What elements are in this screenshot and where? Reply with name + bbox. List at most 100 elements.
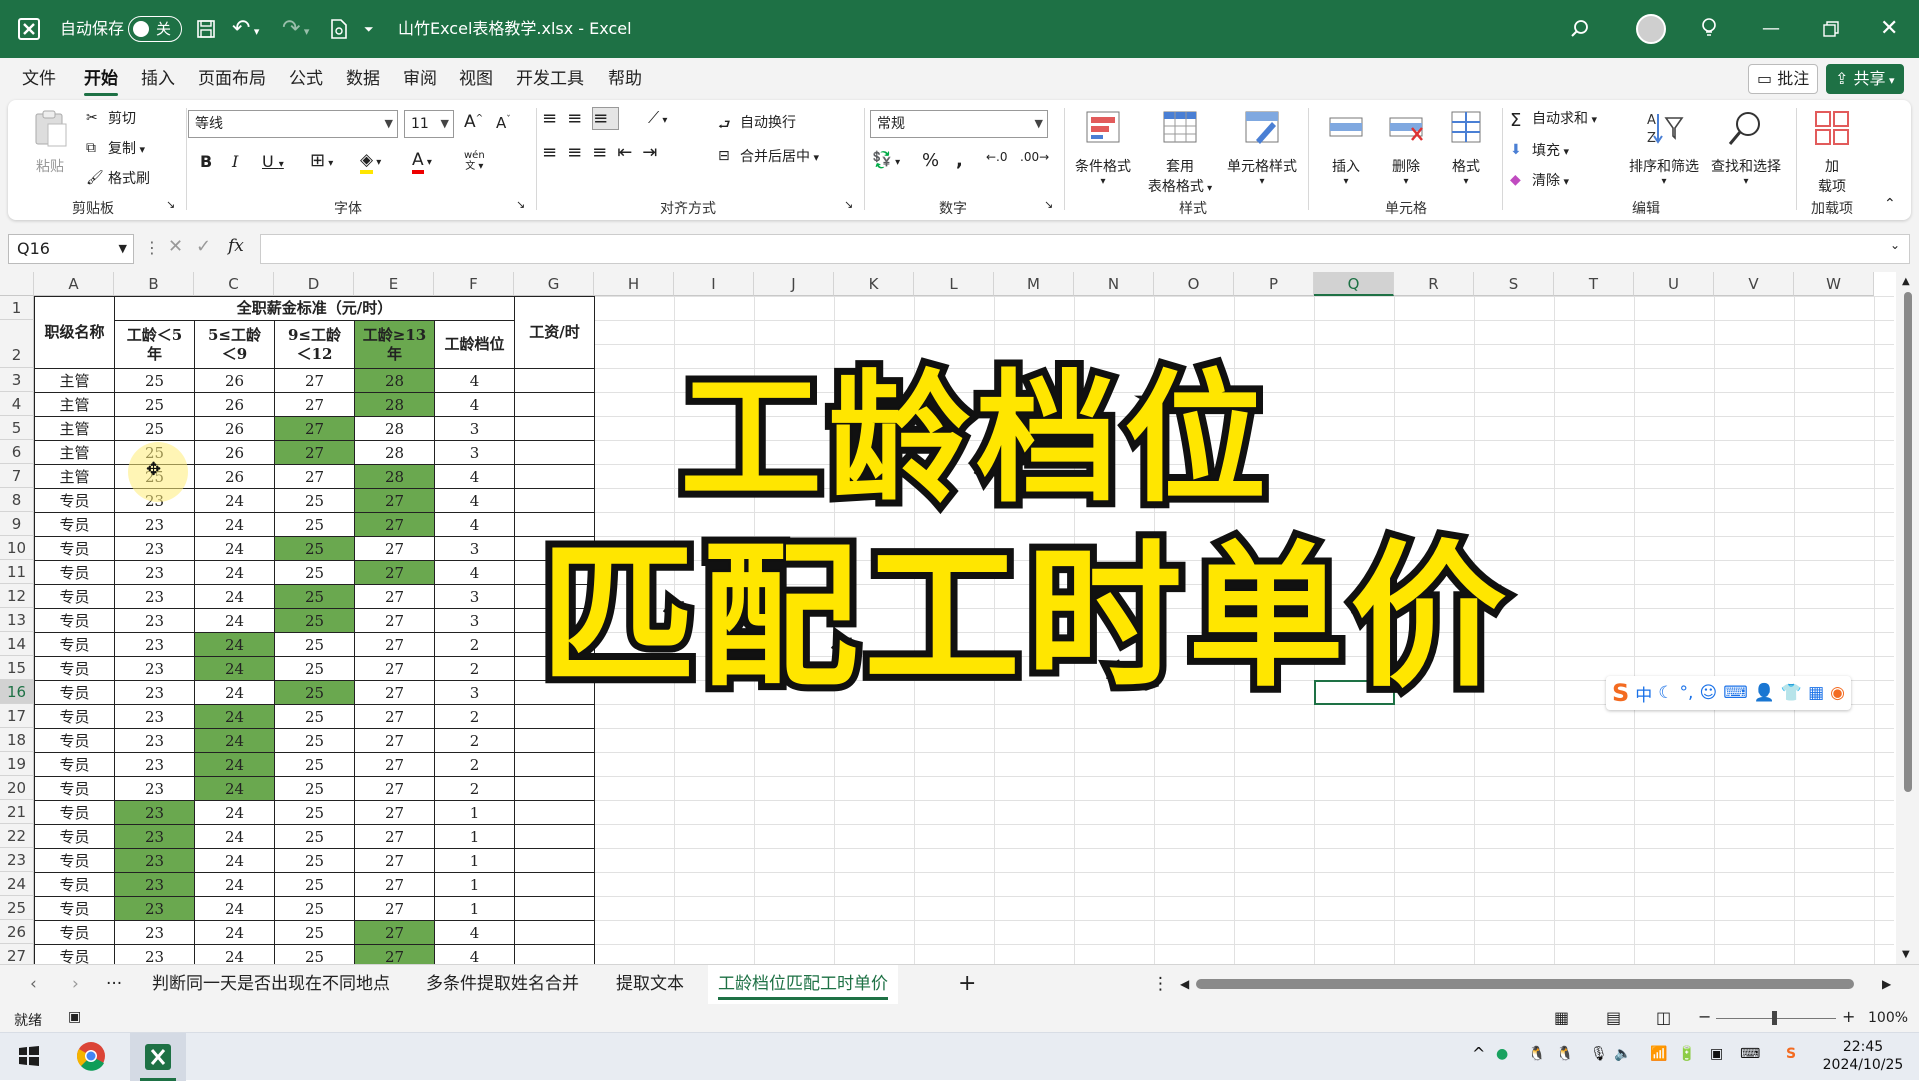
cell-a10[interactable]: 专员: [34, 536, 115, 561]
user-icon[interactable]: 👤: [1754, 683, 1775, 703]
autosave-toggle[interactable]: 关: [128, 16, 182, 42]
cell-e19[interactable]: 27: [354, 752, 435, 777]
cell-d7[interactable]: 27: [274, 464, 355, 489]
zoom-level[interactable]: 100%: [1868, 1010, 1908, 1026]
add-sheet-icon[interactable]: +: [958, 965, 976, 1005]
vertical-scrollbar[interactable]: ▲ ▼: [1896, 272, 1919, 964]
redo-icon[interactable]: ↷ ▾: [282, 0, 309, 58]
header-cell-b[interactable]: 工龄＜5年: [114, 320, 195, 369]
cell-d21[interactable]: 25: [274, 800, 355, 825]
cell-d25[interactable]: 25: [274, 896, 355, 921]
cell-d15[interactable]: 25: [274, 656, 355, 681]
cell-e22[interactable]: 27: [354, 824, 435, 849]
copy-button[interactable]: ⧉ 复制 ▾: [86, 138, 145, 158]
clipboard-launcher-icon[interactable]: ↘: [166, 198, 175, 211]
paste-button[interactable]: 粘贴: [30, 108, 70, 176]
cell-c13[interactable]: 24: [194, 608, 275, 633]
row-header-9[interactable]: 9: [0, 512, 34, 536]
cell-a21[interactable]: 专员: [34, 800, 115, 825]
comma-icon[interactable]: ,: [956, 150, 963, 171]
cell-c25[interactable]: 24: [194, 896, 275, 921]
cell-a26[interactable]: 专员: [34, 920, 115, 945]
clock[interactable]: 22:45 2024/10/25: [1818, 1038, 1908, 1074]
cell-e24[interactable]: 27: [354, 872, 435, 897]
expand-formula-icon[interactable]: ⌄: [1890, 238, 1900, 252]
cell-d22[interactable]: 25: [274, 824, 355, 849]
sheet-tab-active[interactable]: 工龄档位匹配工时单价: [708, 965, 898, 1005]
cell-g22[interactable]: [514, 824, 595, 849]
wechat-tray-icon[interactable]: ●: [1496, 1045, 1508, 1063]
cell-e14[interactable]: 27: [354, 632, 435, 657]
moon-icon[interactable]: ☾: [1658, 683, 1673, 703]
cell-e9[interactable]: 27: [354, 512, 435, 537]
tab-file[interactable]: 文件: [22, 58, 56, 100]
cell-a16[interactable]: 专员: [34, 680, 115, 705]
cell-b15[interactable]: 23: [114, 656, 195, 681]
decrease-decimal-icon[interactable]: .00→: [1020, 150, 1049, 164]
column-header-f[interactable]: F: [434, 272, 514, 296]
cell-b18[interactable]: 23: [114, 728, 195, 753]
cell-g21[interactable]: [514, 800, 595, 825]
excel-logo-icon[interactable]: [18, 0, 40, 58]
tab-review[interactable]: 审阅: [403, 58, 437, 100]
header-cell-g[interactable]: 工资/时: [514, 296, 595, 369]
cell-f5[interactable]: 3: [434, 416, 515, 441]
wifi-icon[interactable]: 📶: [1650, 1045, 1667, 1063]
cell-b12[interactable]: 23: [114, 584, 195, 609]
excel-taskbar-button[interactable]: [130, 1033, 186, 1081]
cell-a20[interactable]: 专员: [34, 776, 115, 801]
sort-filter-button[interactable]: AZ 排序和筛选 ▾: [1624, 108, 1704, 187]
cell-e16[interactable]: 27: [354, 680, 435, 705]
chrome-icon[interactable]: [76, 1041, 106, 1076]
row-header-8[interactable]: 8: [0, 488, 34, 512]
cell-f11[interactable]: 4: [434, 560, 515, 585]
cell-c8[interactable]: 24: [194, 488, 275, 513]
print-preview-icon[interactable]: [330, 0, 348, 58]
cell-g5[interactable]: [514, 416, 595, 441]
row-header-24[interactable]: 24: [0, 872, 34, 896]
zoom-in-icon[interactable]: +: [1842, 1007, 1855, 1026]
cell-f20[interactable]: 2: [434, 776, 515, 801]
row-header-11[interactable]: 11: [0, 560, 34, 584]
comments-button[interactable]: ▭ 批注: [1748, 64, 1819, 94]
cell-e7[interactable]: 28: [354, 464, 435, 489]
cell-c9[interactable]: 24: [194, 512, 275, 537]
cell-a23[interactable]: 专员: [34, 848, 115, 873]
enter-icon[interactable]: ✓: [196, 236, 211, 257]
merge-center-button[interactable]: ⊟ 合并后居中 ▾: [718, 146, 819, 166]
cell-e25[interactable]: 27: [354, 896, 435, 921]
cell-e3[interactable]: 28: [354, 368, 435, 393]
fill-color-icon[interactable]: ◈ ▾: [360, 150, 381, 174]
row-header-13[interactable]: 13: [0, 608, 34, 632]
scroll-right-icon[interactable]: ▶: [1882, 965, 1891, 1005]
zoom-out-icon[interactable]: −: [1698, 1007, 1711, 1026]
cell-a19[interactable]: 专员: [34, 752, 115, 777]
cell-a25[interactable]: 专员: [34, 896, 115, 921]
cell-g8[interactable]: [514, 488, 595, 513]
customize-qat-icon[interactable]: ⏷: [364, 0, 374, 58]
row-header-4[interactable]: 4: [0, 392, 34, 416]
skin-icon[interactable]: 👕: [1781, 683, 1802, 703]
cell-a6[interactable]: 主管: [34, 440, 115, 465]
volume-icon[interactable]: 🔈: [1614, 1045, 1631, 1063]
row-header-1[interactable]: 1: [0, 296, 34, 320]
cell-c18[interactable]: 24: [194, 728, 275, 753]
header-cell-d[interactable]: 9≤工龄＜12: [274, 320, 355, 369]
undo-icon[interactable]: ↶ ▾: [232, 0, 259, 58]
cell-f13[interactable]: 3: [434, 608, 515, 633]
cell-d16[interactable]: 25: [274, 680, 355, 705]
cell-f16[interactable]: 3: [434, 680, 515, 705]
collapse-ribbon-icon[interactable]: ⌃: [1884, 196, 1896, 212]
cell-d19[interactable]: 25: [274, 752, 355, 777]
row-header-6[interactable]: 6: [0, 440, 34, 464]
cell-c20[interactable]: 24: [194, 776, 275, 801]
column-header-v[interactable]: V: [1714, 272, 1794, 296]
next-sheet-icon[interactable]: ›: [72, 965, 79, 1005]
cell-c7[interactable]: 26: [194, 464, 275, 489]
cell-d10[interactable]: 25: [274, 536, 355, 561]
wage-table[interactable]: 职级名称 全职薪金标准（元/时） 工资/时 工龄＜5年 5≤工龄＜9 9≤工龄＜12 工龄≥…: [34, 296, 595, 969]
alignment-launcher-icon[interactable]: ↘: [844, 198, 853, 211]
cell-e13[interactable]: 27: [354, 608, 435, 633]
column-header-k[interactable]: K: [834, 272, 914, 296]
restore-icon[interactable]: [1823, 0, 1839, 58]
